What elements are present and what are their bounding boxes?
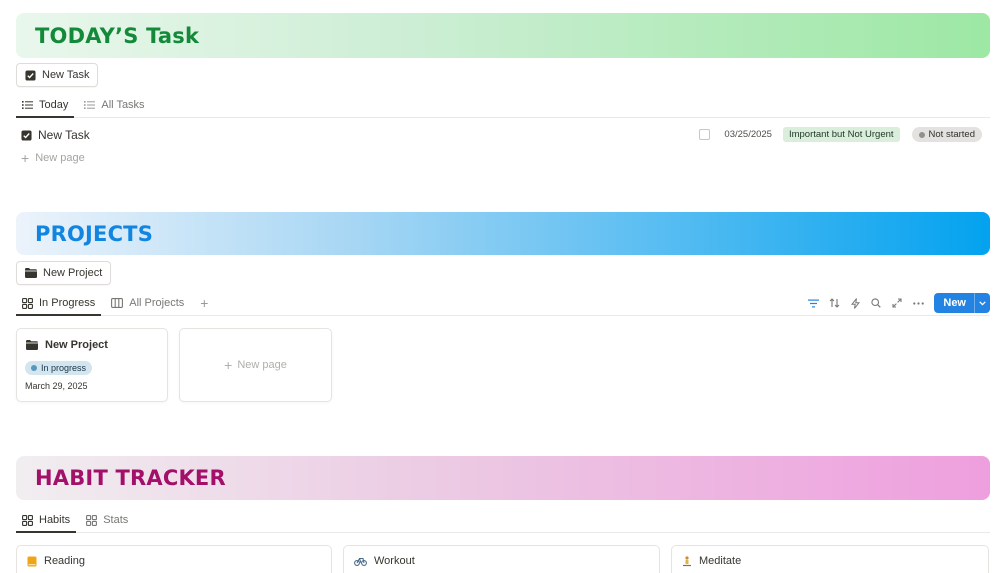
add-view-button[interactable]: + [194,291,214,315]
tasks-banner: TODAY’S Task [16,13,990,58]
tab-stats[interactable]: Stats [80,508,134,532]
list-icon [84,100,96,110]
task-date: 03/25/2025 [724,129,772,140]
habit-card-title: Reading [27,555,85,567]
gallery-icon [86,514,98,526]
priority-tag: Important but Not Urgent [782,127,900,142]
task-checkbox[interactable] [699,129,711,140]
bicycle-icon [354,556,367,566]
new-page-label: New page [237,359,287,371]
projects-banner-title: PROJECTS [35,221,154,246]
table-row[interactable]: New Task 03/25/2025 Important but Not Ur… [16,125,990,145]
tasks-banner-title: TODAY’S Task [35,23,200,48]
database-toolbar: New [802,291,990,315]
habits-banner: HABIT TRACKER [16,456,990,500]
status-badge: Not started [911,127,982,142]
tab-all-tasks-label: All Tasks [101,99,145,111]
folder-icon [26,340,38,350]
search-icon[interactable] [866,293,886,313]
tab-habits-label: Habits [39,514,71,526]
habit-card-reading[interactable]: Reading [16,545,332,573]
tab-stats-label: Stats [103,514,129,526]
new-page-card[interactable]: + New page [179,328,332,402]
new-project-button[interactable]: New Project [16,261,112,285]
projects-banner: PROJECTS [16,212,990,255]
projects-view-tabs: In Progress All Projects + New [16,291,990,316]
habit-card-meditate[interactable]: Meditate [671,545,989,573]
new-page-button[interactable]: + New page [180,329,331,401]
plus-icon: + [200,295,209,311]
lightning-icon[interactable] [845,293,865,313]
status-badge: In progress [25,361,93,375]
task-title[interactable]: New Task [38,128,90,142]
status-dot-icon [918,131,925,138]
project-card-title: New Project [26,339,108,351]
status-label: Not started [928,129,975,140]
folder-icon [25,268,37,278]
tab-all-tasks[interactable]: All Tasks [78,93,150,117]
habit-card-title: Meditate [682,555,741,567]
habits-banner-title: HABIT TRACKER [35,466,226,490]
status-dot-icon [31,365,37,371]
project-status: In progress [41,363,87,373]
sort-icon[interactable] [824,293,844,313]
task-properties: 03/25/2025 Important but Not Urgent Not … [699,127,982,142]
new-page-label: New page [35,152,85,164]
habit-title: Meditate [699,555,742,567]
new-entry-button[interactable]: New [934,293,990,313]
tab-all-projects-label: All Projects [129,297,185,309]
new-page-button[interactable]: + New page [21,150,85,166]
plus-icon: + [21,150,30,166]
checkbox-checked-icon[interactable] [21,129,32,141]
project-card[interactable]: New Project In progress March 29, 2025 [16,328,168,402]
new-entry-label: New [943,297,966,309]
tab-today[interactable]: Today [16,93,75,118]
new-task-label: New Task [42,69,90,81]
new-project-label: New Project [43,267,103,279]
filter-icon[interactable] [803,293,823,313]
meditation-icon [682,555,692,567]
gallery-icon [22,514,33,526]
tab-habits[interactable]: Habits [16,508,77,533]
plus-icon: + [224,357,233,373]
list-icon [22,100,33,110]
tab-all-projects[interactable]: All Projects [105,291,190,315]
tab-in-progress[interactable]: In Progress [16,291,102,316]
project-date: March 29, 2025 [25,381,88,391]
tab-in-progress-label: In Progress [39,297,96,309]
checkbox-checked-icon [25,69,36,81]
tasks-view-tabs: Today All Tasks [16,93,990,118]
habit-card-title: Workout [354,555,415,567]
habits-view-tabs: Habits Stats [16,508,990,533]
expand-icon[interactable] [887,293,907,313]
board-icon [111,298,124,308]
project-title: New Project [45,339,108,351]
habit-card-workout[interactable]: Workout [343,545,660,573]
chevron-down-icon[interactable] [974,293,990,313]
habit-title: Reading [44,555,85,567]
habit-title: Workout [374,555,415,567]
gallery-icon [22,297,33,309]
book-icon [27,556,37,567]
more-icon[interactable] [908,293,928,313]
tab-today-label: Today [39,99,69,111]
new-task-button[interactable]: New Task [16,63,99,87]
